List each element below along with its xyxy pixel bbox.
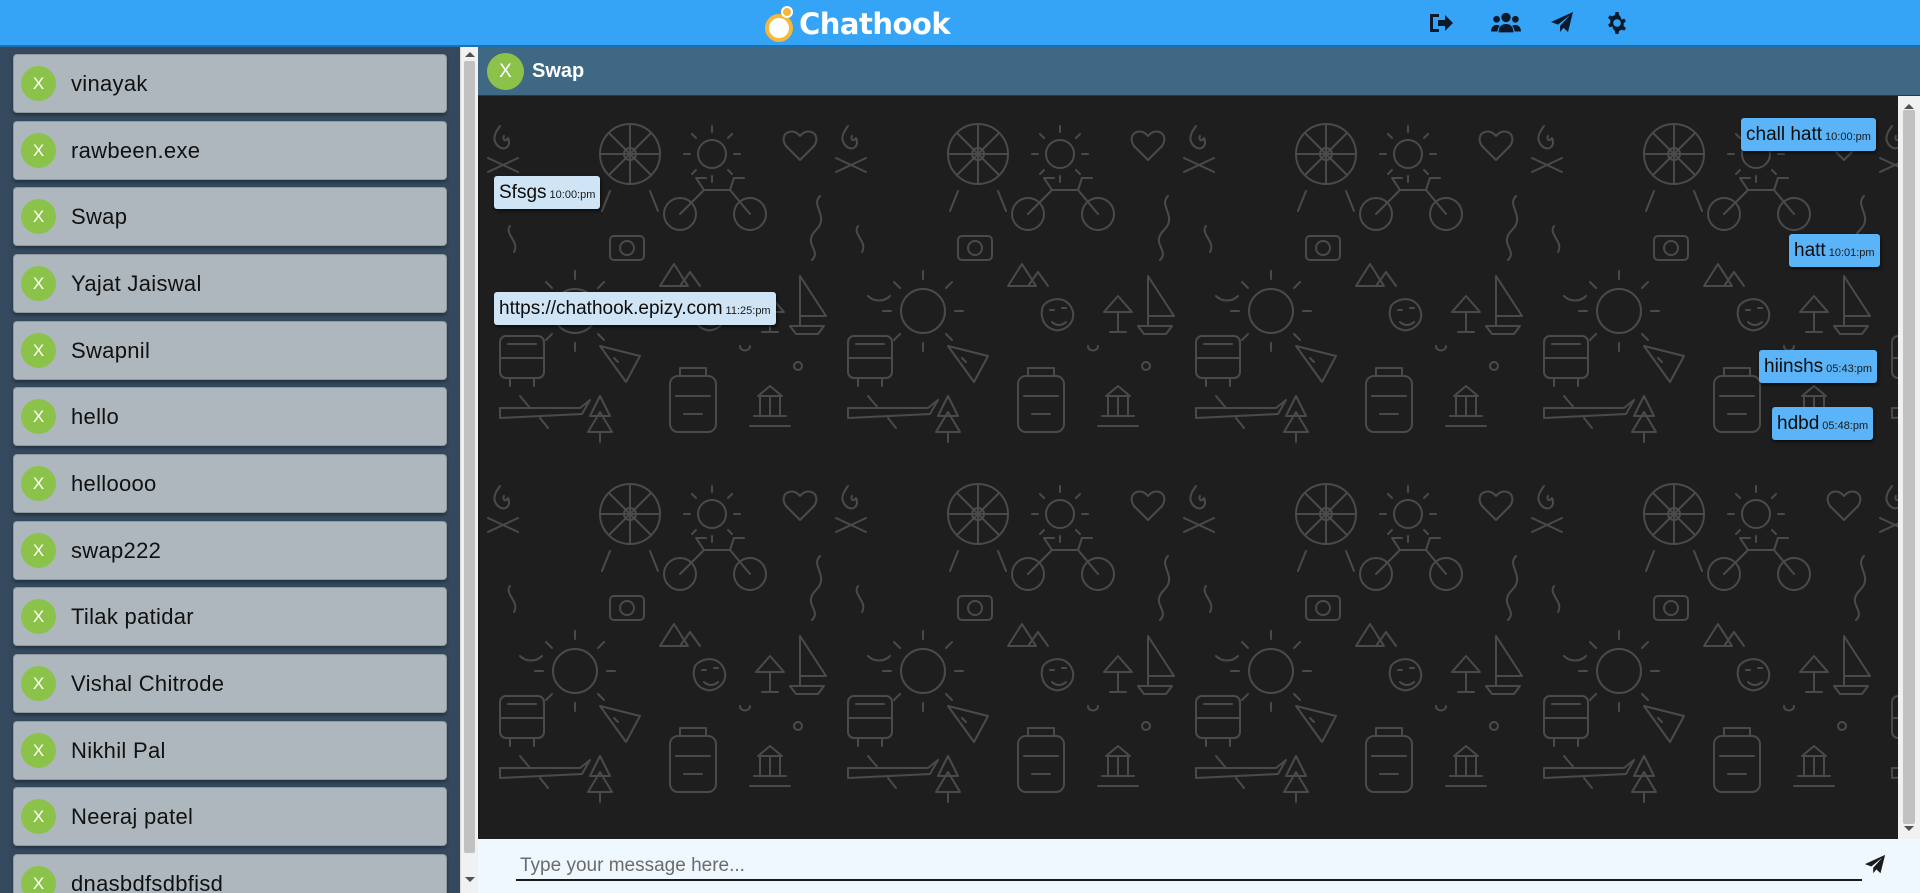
scroll-down-arrow-icon[interactable] — [1904, 826, 1914, 831]
contact-item[interactable]: X Neeraj patel — [13, 787, 447, 846]
contact-name: Swapnil — [71, 337, 151, 363]
contact-name: helloooo — [71, 470, 157, 496]
brand[interactable]: Chathook — [763, 4, 951, 44]
avatar: X — [21, 533, 56, 568]
message-time: 05:43:pm — [1826, 363, 1873, 375]
contact-item[interactable]: X swap222 — [13, 521, 447, 580]
avatar: X — [21, 599, 56, 634]
message-bubble-outgoing[interactable]: hiinshs 05:43:pm — [1759, 350, 1878, 383]
avatar: X — [21, 666, 56, 701]
avatar: X — [21, 333, 56, 368]
avatar: X — [21, 866, 56, 893]
top-navbar: Chathook — [0, 0, 1920, 47]
message-bubble-outgoing[interactable]: chall hatt 10:00:pm — [1741, 118, 1876, 151]
contact-item[interactable]: X Vishal Chitrode — [13, 654, 447, 713]
logout-icon[interactable] — [1427, 10, 1455, 36]
message-time: 05:48:pm — [1822, 420, 1869, 432]
avatar: X — [21, 466, 56, 501]
send-icon[interactable] — [1864, 854, 1888, 878]
messages-scrollbar-thumb[interactable] — [1903, 110, 1915, 824]
contact-name: Tilak patidar — [71, 603, 194, 629]
message-text: chall hatt — [1746, 123, 1823, 145]
contact-item[interactable]: X Tilak patidar — [13, 587, 447, 646]
contact-name: rawbeen.exe — [71, 137, 201, 163]
sidebar-scrollbar[interactable] — [460, 47, 478, 893]
contact-item[interactable]: X Nikhil Pal — [13, 721, 447, 780]
avatar: X — [21, 799, 56, 834]
avatar: X — [21, 399, 56, 434]
contact-item[interactable]: X Swapnil — [13, 321, 447, 380]
avatar: X — [21, 133, 56, 168]
message-time: 10:00:pm — [1825, 131, 1871, 143]
contact-item[interactable]: X Swap — [13, 187, 447, 246]
message-input[interactable] — [516, 853, 1862, 881]
contacts-sidebar: X vinayak X rawbeen.exe X Swap X Yajat J… — [0, 47, 460, 893]
chathook-logo-icon — [763, 6, 795, 42]
message-composer — [478, 839, 1920, 893]
message-text: https://chathook.epizy.com — [499, 297, 723, 319]
scroll-down-arrow-icon[interactable] — [465, 877, 475, 882]
chat-title: Swap — [532, 60, 585, 82]
contact-name: Nikhil Pal — [71, 737, 166, 763]
contact-item[interactable]: X Yajat Jaiswal — [13, 254, 447, 313]
message-text: Sfsgs — [499, 181, 547, 203]
message-time: 11:25:pm — [725, 305, 771, 317]
avatar: X — [21, 266, 56, 301]
contact-name: Swap — [71, 203, 128, 229]
contact-name: vinayak — [71, 70, 148, 96]
brand-name: Chathook — [799, 7, 951, 41]
sidebar-scrollbar-thumb[interactable] — [464, 61, 475, 853]
chat-avatar[interactable]: X — [487, 53, 524, 90]
message-bubble-outgoing[interactable]: hatt 10:01:pm — [1789, 234, 1880, 267]
avatar: X — [21, 66, 56, 101]
contact-name: swap222 — [71, 537, 162, 563]
contact-item[interactable]: X vinayak — [13, 54, 447, 113]
contact-name: hello — [71, 403, 119, 429]
contact-name: dnasbdfsdbfisd — [71, 870, 224, 893]
message-text: hdbd — [1777, 412, 1820, 434]
message-bubble-incoming[interactable]: https://chathook.epizy.com 11:25:pm — [494, 292, 776, 325]
contact-name: Neeraj patel — [71, 803, 194, 829]
settings-gear-icon[interactable] — [1603, 10, 1631, 36]
message-text: hatt — [1794, 239, 1826, 261]
avatar: X — [21, 733, 56, 768]
message-text: hiinshs — [1764, 355, 1824, 377]
doodle-background-pattern — [480, 96, 1898, 839]
message-time: 10:01:pm — [1828, 247, 1875, 259]
message-bubble-outgoing[interactable]: hdbd 05:48:pm — [1772, 407, 1874, 440]
message-bubble-incoming[interactable]: Sfsgs 10:00:pm — [494, 176, 601, 209]
messages-scrollbar[interactable] — [1898, 96, 1920, 839]
contact-item[interactable]: X dnasbdfsdbfisd — [13, 854, 447, 893]
message-area: chall hatt 10:00:pm Sfsgs 10:00:pm hatt … — [478, 96, 1898, 839]
contact-name: Vishal Chitrode — [71, 670, 225, 696]
contact-item[interactable]: X helloooo — [13, 454, 447, 513]
chat-header: X Swap — [478, 47, 1920, 96]
group-icon[interactable] — [1490, 10, 1522, 36]
contact-item[interactable]: X rawbeen.exe — [13, 121, 447, 180]
scroll-up-arrow-icon[interactable] — [1904, 104, 1914, 109]
message-time: 10:00:pm — [549, 189, 596, 201]
scroll-up-arrow-icon[interactable] — [465, 52, 475, 57]
contact-item[interactable]: X hello — [13, 387, 447, 446]
avatar: X — [21, 199, 56, 234]
send-plane-icon[interactable] — [1548, 10, 1576, 36]
contact-name: Yajat Jaiswal — [71, 270, 202, 296]
